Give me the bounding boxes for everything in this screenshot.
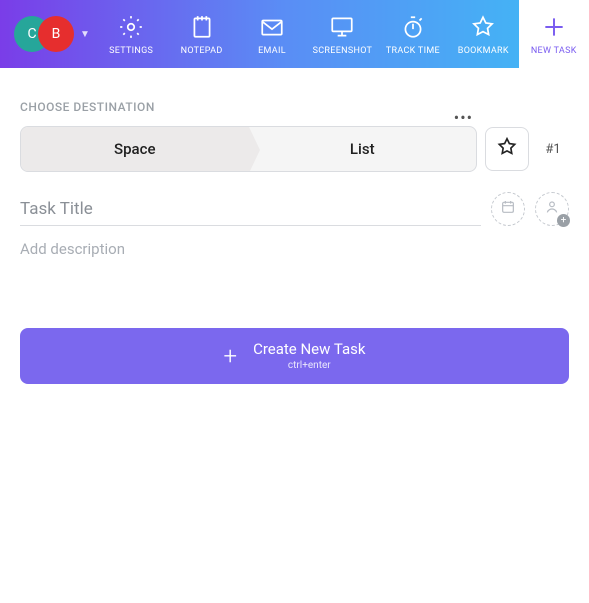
task-title-input[interactable]: [20, 193, 481, 226]
email-icon: [257, 12, 287, 42]
stopwatch-icon: [398, 12, 428, 42]
due-date-button[interactable]: [491, 192, 525, 226]
section-heading: CHOOSE DESTINATION: [20, 100, 569, 114]
topbar-item-tracktime[interactable]: TRACK TIME: [378, 0, 448, 68]
topbar-label: SETTINGS: [109, 46, 153, 56]
notepad-icon: [187, 12, 217, 42]
topbar-item-newtask[interactable]: NEW TASK: [519, 0, 589, 68]
new-task-panel: CHOOSE DESTINATION ••• Space List #1: [0, 68, 589, 384]
star-icon: [468, 12, 498, 42]
plus-icon: +: [224, 344, 238, 368]
topbar-item-settings[interactable]: SETTINGS: [96, 0, 166, 68]
chevron-down-icon[interactable]: ▼: [80, 29, 90, 40]
topbar-item-screenshot[interactable]: SCREENSHOT: [307, 0, 377, 68]
create-button-label: Create New Task: [253, 341, 365, 358]
calendar-icon: [500, 199, 516, 219]
topbar-label: NOTEPAD: [181, 46, 223, 56]
create-button-hint: ctrl+enter: [288, 360, 331, 371]
topbar-item-email[interactable]: EMAIL: [237, 0, 307, 68]
topbar-item-bookmark[interactable]: BOOKMARK: [448, 0, 518, 68]
plus-icon: [539, 12, 569, 42]
segment-label: List: [350, 140, 375, 158]
topbar-label: NEW TASK: [531, 46, 577, 56]
star-outline-icon: [496, 136, 518, 162]
avatar-b: B: [38, 16, 74, 52]
task-title-row: +: [20, 192, 569, 226]
more-icon[interactable]: •••: [454, 108, 473, 127]
create-task-button[interactable]: + Create New Task ctrl+enter: [20, 328, 569, 384]
description-input[interactable]: [20, 240, 569, 258]
destination-row: ••• Space List #1: [20, 126, 569, 172]
monitor-icon: [327, 12, 357, 42]
topbar-item-notepad[interactable]: NOTEPAD: [166, 0, 236, 68]
destination-segments: Space List: [20, 126, 477, 172]
topbar-label: TRACK TIME: [386, 46, 440, 56]
topbar-label: BOOKMARK: [458, 46, 509, 56]
topbar-label: EMAIL: [258, 46, 286, 56]
user-avatars[interactable]: C B ▼: [0, 0, 96, 68]
topbar-label: SCREENSHOT: [313, 46, 373, 56]
list-number: #1: [537, 133, 569, 165]
add-icon: +: [557, 214, 570, 227]
favorite-button[interactable]: [485, 127, 529, 171]
assignee-button[interactable]: +: [535, 192, 569, 226]
segment-space[interactable]: Space: [21, 127, 249, 171]
create-button-text: Create New Task ctrl+enter: [253, 341, 365, 371]
segment-label: Space: [114, 140, 155, 158]
topbar-menu: SETTINGS NOTEPAD EMAIL SCREENSHOT TRACK: [96, 0, 589, 68]
gear-icon: [116, 12, 146, 42]
topbar: C B ▼ SETTINGS NOTEPAD EMAIL SC: [0, 0, 589, 68]
segment-list[interactable]: List: [249, 127, 477, 171]
